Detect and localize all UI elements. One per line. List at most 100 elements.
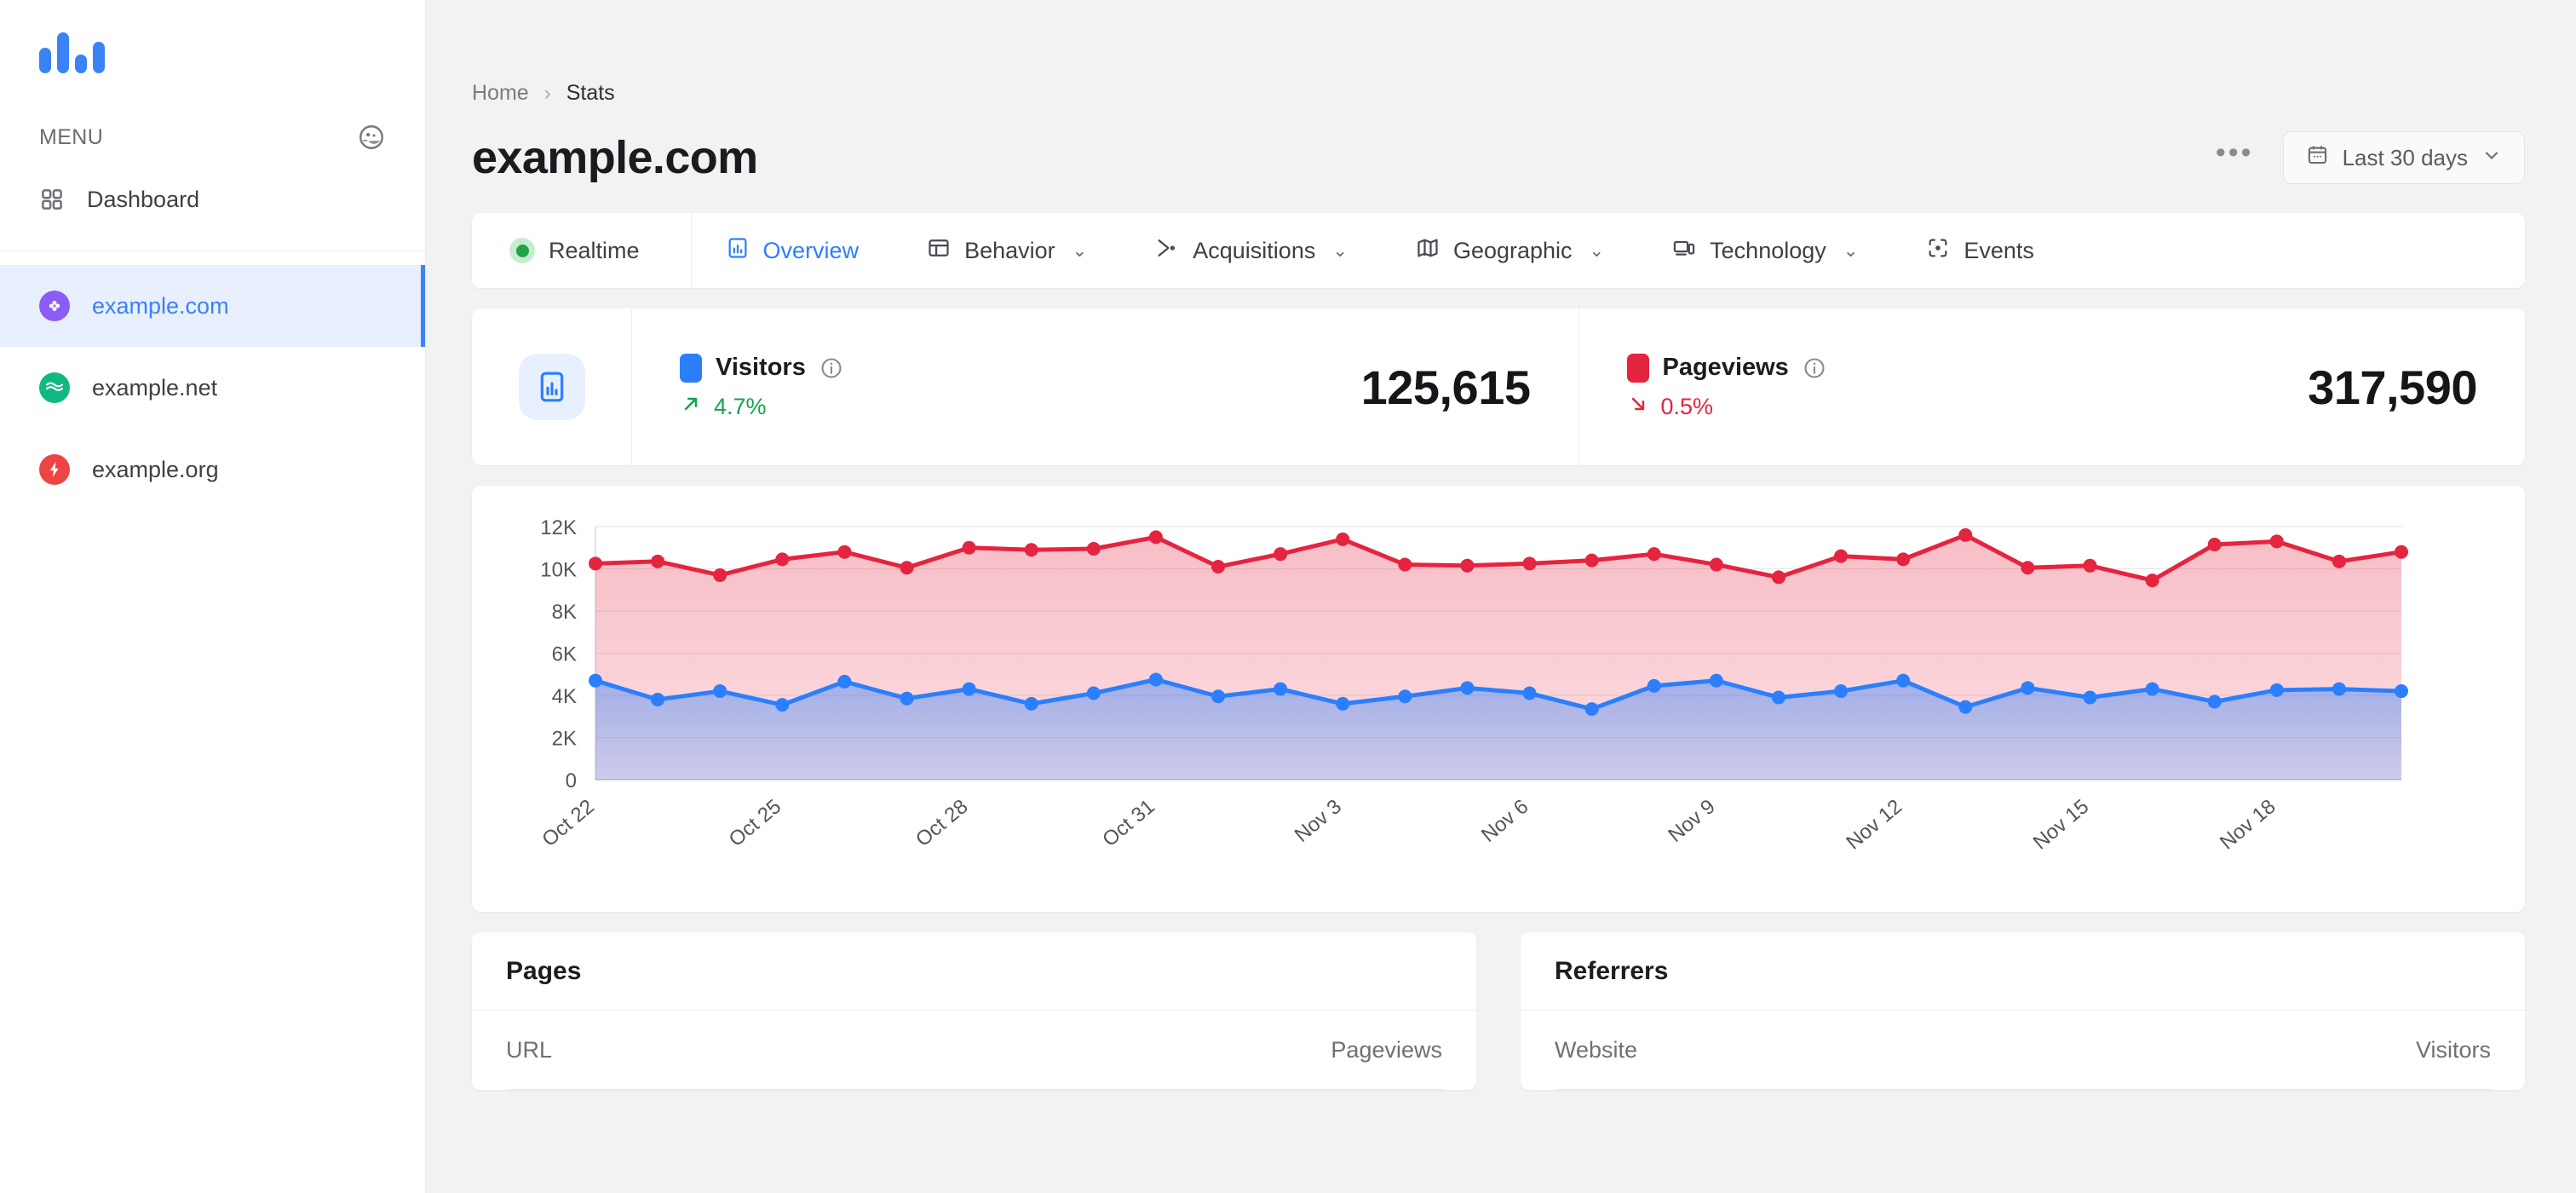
referrers-panel: Referrers Website Visitors — [1521, 932, 2525, 1090]
metric-name-row: Visitors — [680, 353, 843, 383]
tab-realtime[interactable]: Realtime — [472, 213, 692, 288]
tab-label: Overview — [762, 237, 860, 263]
tab-label: Realtime — [549, 237, 640, 263]
column-header-pageviews[interactable]: Pageviews — [1331, 1037, 1442, 1063]
account-circle-icon[interactable] — [357, 123, 386, 152]
metric-delta-pageviews: 0.5% — [1627, 393, 1826, 421]
svg-text:2K: 2K — [552, 728, 577, 751]
metric-card-pageviews[interactable]: Pageviews 0.5% 317,590 — [1578, 308, 2526, 465]
tab-label: Acquisitions — [1193, 237, 1316, 263]
svg-text:Nov 6: Nov 6 — [1477, 795, 1532, 847]
breadcrumb: Home › Stats — [472, 0, 2525, 106]
svg-text:4K: 4K — [552, 685, 577, 708]
tab-label: Technology — [1710, 237, 1826, 263]
svg-text:Nov 9: Nov 9 — [1664, 795, 1719, 847]
tab-overview[interactable]: Overview — [692, 213, 894, 288]
referrers-table-header: Website Visitors — [1521, 1011, 2525, 1089]
chevron-down-icon: ⌄ — [1843, 240, 1859, 261]
metric-value-pageviews: 317,590 — [2308, 360, 2477, 414]
branch-icon — [1155, 236, 1179, 266]
sidebar-menu-header: MENU — [0, 111, 425, 164]
visitors-pageviews-area-chart[interactable]: 0 2K 4K 6K 8K 10K 12K Oct 22 Oct 25 Oct 28 Oct 31 N… — [472, 486, 2525, 912]
date-range-label: Last 30 days — [2342, 144, 2468, 170]
tab-label: Behavior — [964, 237, 1055, 263]
app-logo[interactable] — [0, 0, 425, 111]
focus-dot-icon — [1926, 236, 1950, 266]
date-range-selector[interactable]: Last 30 days — [2282, 131, 2525, 184]
metric-left: Visitors 4.7% — [680, 353, 843, 421]
breadcrumb-home[interactable]: Home — [472, 81, 529, 106]
devices-icon — [1672, 236, 1696, 266]
arrow-up-right-icon — [680, 393, 702, 421]
section-tabbar: Realtime Overview Behavior ⌄ Acquisition… — [472, 213, 2525, 288]
tab-geographic[interactable]: Geographic ⌄ — [1382, 213, 1638, 288]
sidebar: MENU Dashboard example.com example.net e… — [0, 0, 426, 1193]
tab-label: Geographic — [1452, 237, 1573, 263]
bar-chart-logo-icon — [39, 31, 425, 73]
info-icon[interactable] — [1803, 356, 1826, 380]
metric-delta-visitors: 4.7% — [680, 393, 843, 421]
calendar-icon — [2306, 143, 2329, 172]
sidebar-item-example-com[interactable]: example.com — [0, 265, 425, 347]
svg-text:Oct 28: Oct 28 — [911, 795, 973, 851]
sidebar-item-dashboard[interactable]: Dashboard — [0, 164, 425, 235]
svg-text:Nov 12: Nov 12 — [1842, 795, 1906, 855]
svg-text:12K: 12K — [540, 516, 577, 539]
pages-panel: Pages URL Pageviews — [472, 932, 1476, 1090]
chevron-down-icon — [2481, 145, 2502, 171]
grid-icon — [39, 187, 65, 212]
table-row-divider — [1555, 1089, 2491, 1090]
more-options-button[interactable]: ••• — [2216, 138, 2254, 177]
svg-text:Nov 15: Nov 15 — [2029, 795, 2094, 855]
svg-text:Nov 18: Nov 18 — [2216, 795, 2280, 855]
metric-left: Pageviews 0.5% — [1626, 353, 1826, 421]
svg-text:10K: 10K — [540, 559, 577, 582]
bottom-panels: Pages URL Pageviews Referrers Website Vi… — [472, 932, 2525, 1090]
tab-acquisitions[interactable]: Acquisitions ⌄ — [1121, 213, 1382, 288]
tab-technology[interactable]: Technology ⌄ — [1638, 213, 1892, 288]
menu-label: MENU — [39, 124, 104, 149]
column-header-website: Website — [1555, 1036, 1638, 1063]
main-content: Home › Stats example.com ••• Last 30 day… — [426, 0, 2576, 1193]
chevron-down-icon: ⌄ — [1072, 240, 1088, 261]
sidebar-item-example-net[interactable]: example.net — [0, 347, 425, 429]
live-dot-icon — [509, 238, 535, 263]
map-icon — [1416, 236, 1440, 266]
metric-delta-value: 0.5% — [1660, 393, 1714, 419]
metric-label: Pageviews — [1662, 354, 1789, 381]
chevron-down-icon: ⌄ — [1332, 240, 1348, 261]
svg-text:Oct 31: Oct 31 — [1098, 795, 1159, 851]
svg-text:Nov 3: Nov 3 — [1291, 795, 1346, 847]
tab-events[interactable]: Events — [1892, 213, 2068, 288]
tab-label: Events — [1964, 237, 2034, 263]
chevron-right-icon: › — [543, 81, 551, 105]
tab-behavior[interactable]: Behavior ⌄ — [893, 213, 1121, 288]
sidebar-site-list: example.com example.net example.org — [0, 251, 425, 510]
metrics-summary: Visitors 4.7% 125,615 Pageviews 0.5% 317… — [472, 308, 2525, 465]
column-header-visitors[interactable]: Visitors — [2416, 1037, 2491, 1063]
bolt-favicon-icon — [39, 454, 70, 485]
metric-card-visitors[interactable]: Visitors 4.7% 125,615 — [632, 308, 1578, 465]
table-icon — [927, 236, 951, 266]
sidebar-item-label: Dashboard — [87, 186, 200, 212]
sidebar-site-label: example.org — [92, 456, 219, 482]
table-row-divider — [506, 1089, 1442, 1090]
svg-text:Oct 25: Oct 25 — [725, 795, 786, 851]
svg-text:6K: 6K — [552, 643, 577, 666]
sidebar-site-label: example.net — [92, 374, 218, 401]
metric-label: Visitors — [716, 354, 806, 381]
pageviews-color-swatch — [1626, 353, 1649, 383]
arrow-down-right-icon — [1627, 393, 1649, 421]
overview-chart-card: 0 2K 4K 6K 8K 10K 12K Oct 22 Oct 25 Oct 28 Oct 31 N… — [472, 486, 2525, 912]
sidebar-site-label: example.com — [92, 292, 229, 319]
header-actions: ••• Last 30 days — [2216, 131, 2525, 184]
report-icon[interactable] — [518, 354, 585, 420]
wave-favicon-icon — [39, 372, 70, 403]
page-header: example.com ••• Last 30 days — [472, 106, 2525, 184]
svg-text:Oct 22: Oct 22 — [538, 795, 599, 851]
flower-favicon-icon — [39, 291, 70, 321]
sidebar-item-example-org[interactable]: example.org — [0, 429, 425, 510]
info-icon[interactable] — [819, 356, 843, 380]
column-header-url: URL — [506, 1036, 553, 1063]
panel-title: Pages — [472, 932, 1476, 1011]
